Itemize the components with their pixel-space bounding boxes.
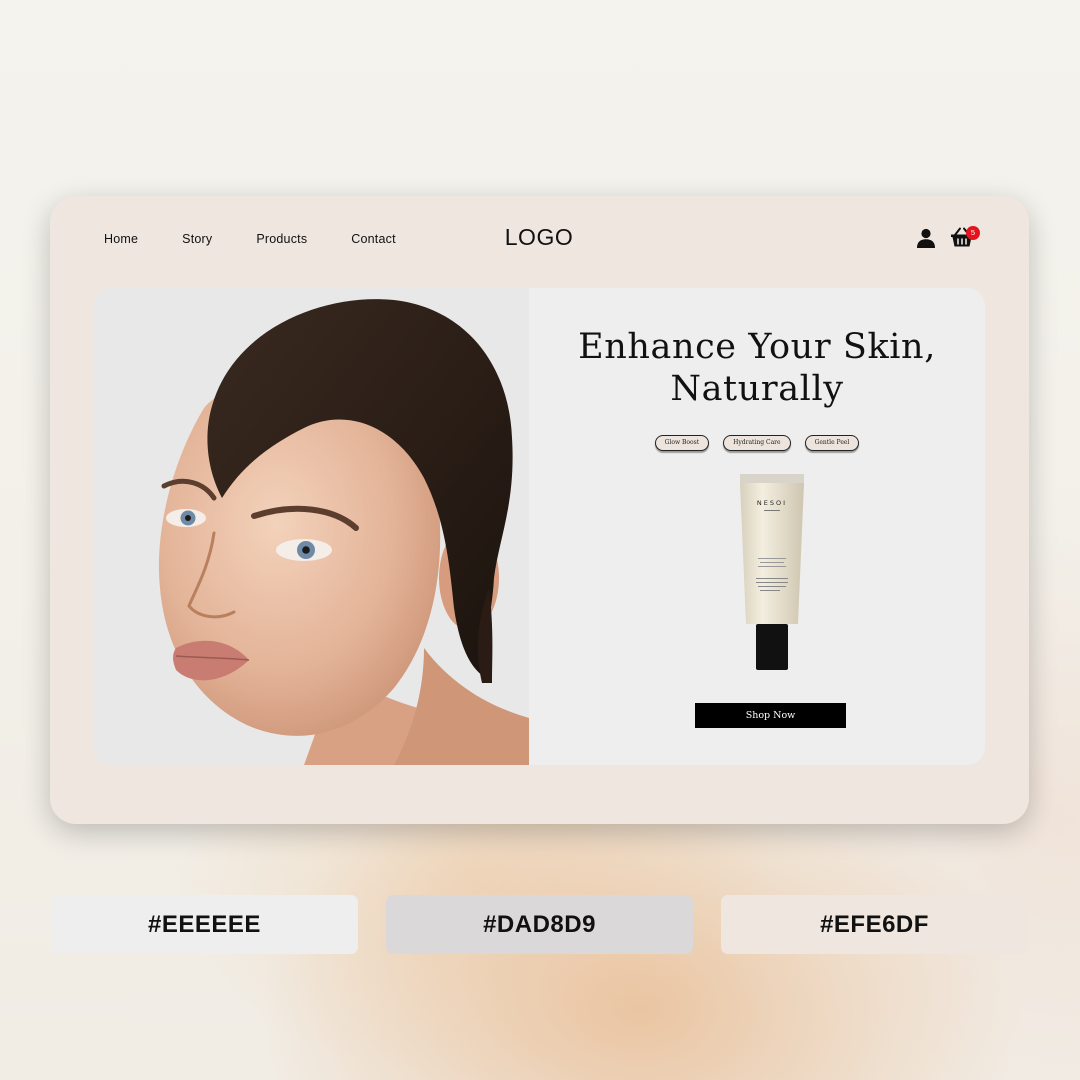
product-tube-image: NESOI [740,474,804,670]
shop-now-button[interactable]: Shop Now [695,703,846,728]
site-logo[interactable]: LOGO [50,224,1028,251]
tag-glow-boost[interactable]: Glow Boost [654,435,710,451]
hero-headline: Enhance Your Skin, Naturally [529,326,985,410]
headline-line-2: Naturally [670,369,844,409]
palette-swatch-2: #DAD8D9 [386,895,693,954]
cart-count-badge: 5 [966,226,980,240]
user-icon[interactable] [915,227,937,249]
product-brand-label: NESOI [757,499,787,507]
tag-gentle-peel[interactable]: Gentle Peel [804,435,860,451]
hero-banner: Enhance Your Skin, Naturally Glow Boost … [94,288,985,765]
model-portrait-image [94,288,529,765]
website-mockup-card: Home Story Products Contact LOGO 5 Enhan… [50,196,1029,824]
palette-swatch-3: #EFE6DF [721,895,1028,954]
tag-hydrating-care[interactable]: Hydrating Care [723,435,791,451]
headline-line-1: Enhance Your Skin, [578,327,936,367]
palette-swatch-1: #EEEEEE [51,895,358,954]
benefit-tags: Glow Boost Hydrating Care Gentle Peel [529,435,985,451]
